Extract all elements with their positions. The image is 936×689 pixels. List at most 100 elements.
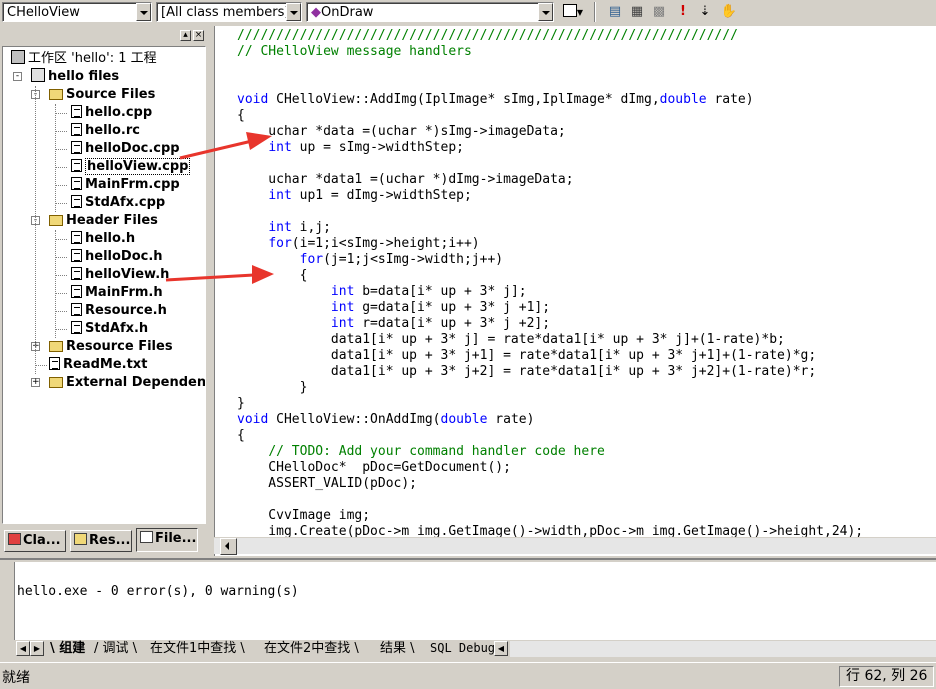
editor-gutter (215, 26, 229, 556)
tree-item[interactable]: hello.cpp (71, 104, 152, 122)
folder-icon (49, 377, 63, 388)
class-wizard-button[interactable]: ▤ (606, 3, 624, 21)
code-line: data1[i* up + 3* j] = rate*data1[i* up +… (237, 332, 863, 348)
file-icon (71, 105, 82, 118)
code-token: void (237, 412, 269, 427)
code-line: // CHelloView message handlers (237, 44, 863, 60)
tab-class-view[interactable]: Cla... (4, 530, 66, 552)
tree-item[interactable]: helloView.h (71, 266, 169, 284)
breakpoint-button[interactable]: ✋ (720, 3, 738, 21)
tree-item[interactable]: External Dependenc (49, 374, 205, 392)
tree-item-label: StdAfx.cpp (85, 195, 166, 210)
code-token: rate) (487, 412, 535, 427)
scroll-left-icon[interactable]: ◀ (494, 641, 508, 656)
tree-connector (55, 104, 56, 212)
toolbar: CHelloView [All class members] ◆OnDraw ▼… (0, 0, 936, 24)
expand-icon[interactable]: + (31, 378, 40, 387)
tab-results[interactable]: 结果 \ (380, 640, 415, 658)
workspace-tree[interactable]: 工作区 'hello': 1 工程 hello files - Source File… (2, 46, 206, 524)
build-button[interactable]: ▦ (628, 3, 646, 21)
close-icon[interactable]: × (193, 30, 204, 41)
collapse-icon[interactable]: - (13, 72, 22, 81)
tree-item[interactable]: StdAfx.h (71, 320, 148, 338)
tab-sql-debug[interactable]: SQL Debug (430, 640, 495, 658)
tree-item[interactable]: ReadMe.txt (49, 356, 147, 374)
chevron-down-icon[interactable] (286, 3, 301, 21)
member-combo[interactable]: ◆OnDraw (306, 2, 554, 22)
tab-find-in-files-2[interactable]: 在文件2中查找 \ (264, 640, 359, 658)
workspace-panel: ▴ × 工作区 'hello': 1 工程 hello files - Source … (0, 28, 212, 558)
tree-item[interactable]: helloDoc.cpp (71, 140, 180, 158)
tree-item[interactable]: MainFrm.cpp (71, 176, 180, 194)
member-combo-value: OnDraw (321, 5, 374, 20)
code-token: int (268, 140, 292, 155)
tab-find-in-files-1[interactable]: 在文件1中查找 \ (150, 640, 245, 658)
execute-button[interactable]: ! (674, 3, 692, 21)
rebuild-button[interactable]: ▩ (650, 3, 668, 21)
output-tabs-scrollbar[interactable] (510, 641, 936, 657)
tab-label: 在文件1中查找 (150, 641, 237, 656)
code-text[interactable]: ////////////////////////////////////////… (237, 28, 863, 540)
output-text[interactable]: hello.exe - 0 error(s), 0 warning(s) (14, 562, 936, 640)
code-line: data1[i* up + 3* j+2] = rate*data1[i* up… (237, 364, 863, 380)
restore-icon[interactable]: ▴ (180, 30, 191, 41)
tree-item[interactable]: hello.h (71, 230, 135, 248)
editor-horizontal-scrollbar[interactable] (214, 537, 936, 555)
tab-debug[interactable]: / 调试 \ (94, 640, 137, 658)
code-line: data1[i* up + 3* j+1] = rate*data1[i* up… (237, 348, 863, 364)
tree-item[interactable]: Resource.h (71, 302, 167, 320)
tree-item-label: 工作区 'hello': 1 工程 (28, 51, 157, 66)
class-combo[interactable]: CHelloView (2, 2, 152, 22)
tree-item[interactable]: 工作区 'hello': 1 工程 (11, 50, 157, 68)
tree-connector (35, 86, 36, 374)
step-into-button[interactable]: ⇣ (696, 3, 714, 21)
file-icon (71, 195, 82, 208)
tree-item-label: MainFrm.h (85, 285, 163, 300)
code-line: } (237, 380, 863, 396)
tab-resource-view[interactable]: Res... (70, 530, 132, 552)
tab-label: 结果 (380, 641, 407, 656)
tree-connector (55, 257, 67, 258)
code-token: CvvImage img; (237, 508, 371, 523)
workspace-tabs: Cla... Res... File... (0, 528, 212, 554)
tree-item-label: Source Files (66, 87, 156, 102)
member-combo-value-wrap: ◆OnDraw (311, 5, 373, 20)
tree-item[interactable]: Source Files (49, 86, 155, 104)
scroll-right-icon[interactable]: ▶ (30, 641, 44, 656)
scroll-left-icon[interactable]: ◀ (16, 641, 30, 656)
chevron-down-icon[interactable] (136, 3, 151, 21)
tree-item[interactable]: helloDoc.h (71, 248, 163, 266)
filter-combo[interactable]: [All class members] (156, 2, 302, 22)
tab-file-view[interactable]: File... (136, 528, 198, 552)
file-icon (71, 231, 82, 244)
tab-label: 在文件2中查找 (264, 641, 351, 656)
tab-label: 调试 (102, 641, 129, 656)
code-token: // TODO: Add your command handler code h… (268, 444, 605, 459)
tab-label: Cla... (23, 533, 61, 548)
tree-item[interactable]: hello files (31, 68, 119, 86)
tree-item[interactable]: hello.rc (71, 122, 140, 140)
file-view-icon (140, 531, 153, 543)
tree-item-label: hello.h (85, 231, 136, 246)
tab-build[interactable]: \ 组建 (50, 640, 85, 658)
tree-item[interactable]: StdAfx.cpp (71, 194, 165, 212)
chevron-down-icon[interactable] (538, 3, 553, 21)
scroll-left-icon[interactable] (220, 538, 237, 555)
purple-diamond-icon: ◆ (311, 5, 321, 20)
code-line: // TODO: Add your command handler code h… (237, 444, 863, 460)
wizard-action-button[interactable]: ▼ (558, 3, 588, 21)
code-line: for(i=1;i<sImg->height;i++) (237, 236, 863, 252)
code-token: double (440, 412, 488, 427)
code-editor[interactable]: ////////////////////////////////////////… (214, 26, 936, 556)
step-into-icon: ⇣ (699, 4, 711, 19)
tree-item[interactable]: helloView.cpp (71, 158, 191, 176)
tree-item[interactable]: Header Files (49, 212, 158, 230)
tree-connector (55, 113, 67, 114)
tree-item[interactable]: Resource Files (49, 338, 173, 356)
tree-item[interactable]: MainFrm.h (71, 284, 163, 302)
code-token: int (268, 188, 292, 203)
